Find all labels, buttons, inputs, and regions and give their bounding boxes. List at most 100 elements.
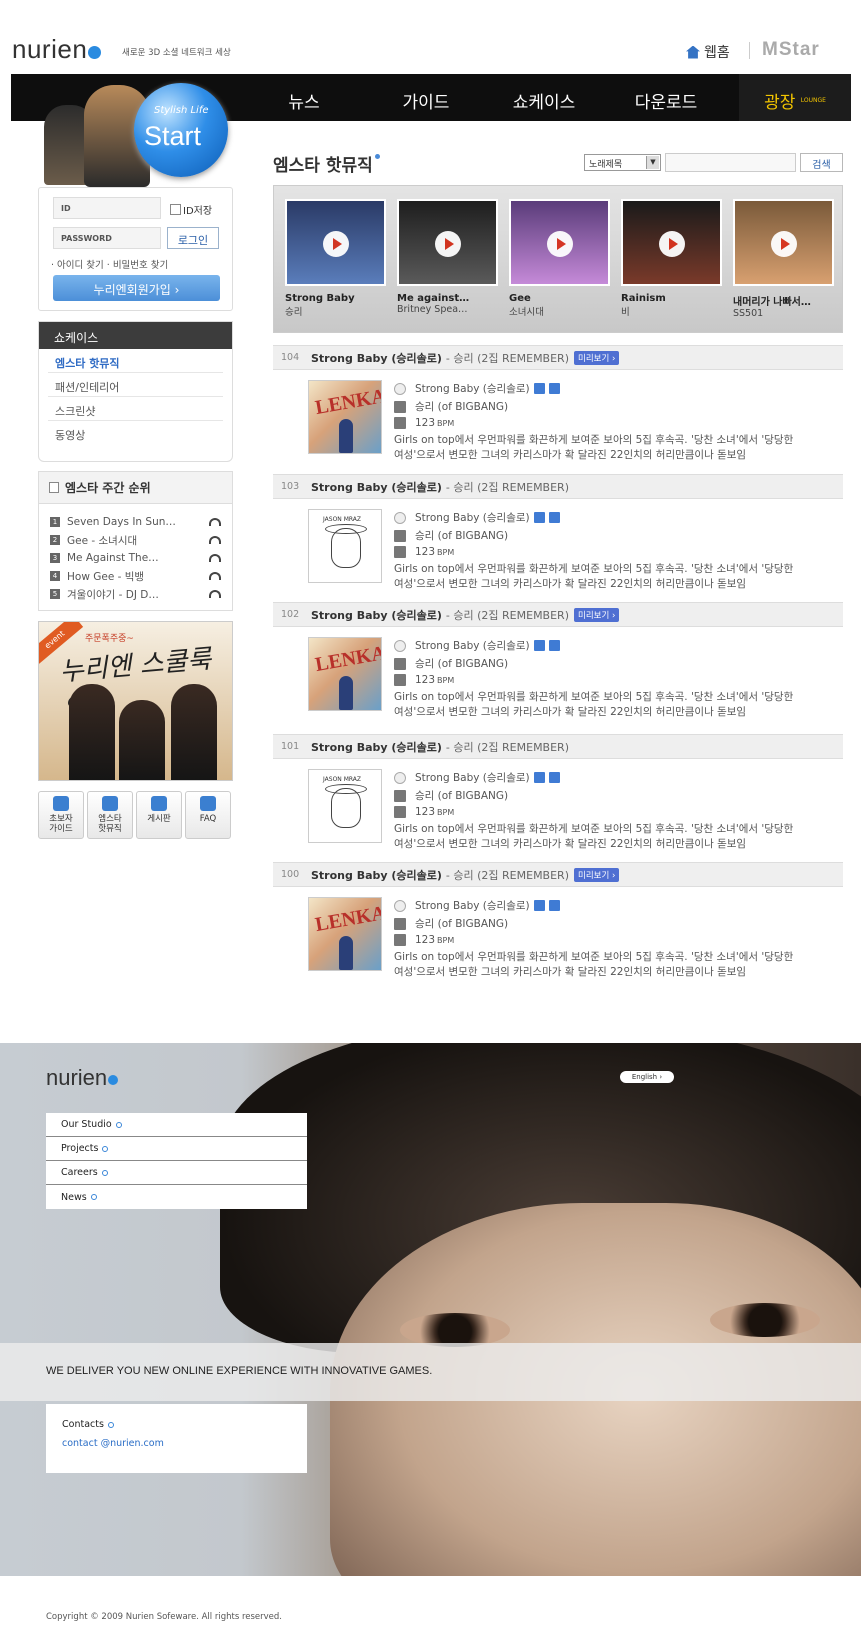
ranking-row[interactable]: 2 Gee - 소녀시대: [39, 531, 232, 549]
video-thumbnail[interactable]: [733, 199, 834, 286]
entry-title[interactable]: Strong Baby (승리솔로): [311, 739, 442, 755]
showcase-item-screenshot[interactable]: 스크린샷: [48, 397, 223, 421]
video-icon[interactable]: [548, 772, 560, 783]
start-banner[interactable]: Stylish Life Start: [38, 77, 233, 187]
entry-header[interactable]: 102 Strong Baby (승리솔로) - 승리 (2집 REMEMBER) 미…: [273, 602, 843, 627]
menu-projects[interactable]: Projects: [46, 1137, 307, 1161]
listen-icon[interactable]: [533, 512, 545, 523]
play-icon[interactable]: [771, 231, 797, 257]
header-divider: [749, 42, 750, 59]
headphone-icon[interactable]: [209, 572, 221, 580]
start-button[interactable]: Stylish Life Start: [134, 83, 228, 177]
showcase-item-hotmusic[interactable]: 엠스타 핫뮤직: [48, 349, 223, 373]
ranking-row[interactable]: 4 How Gee - 빅뱅: [39, 567, 232, 585]
nurien-logo[interactable]: nurien: [12, 34, 102, 65]
play-icon[interactable]: [659, 231, 685, 257]
music-card[interactable]: Me against… Britney Spea…: [397, 199, 498, 315]
search-field-select[interactable]: 노래제목 ▼: [584, 154, 661, 171]
nav-news[interactable]: 뉴스: [269, 88, 339, 113]
entry-title[interactable]: Strong Baby (승리솔로): [311, 350, 442, 366]
search-input[interactable]: [665, 153, 796, 172]
lightbulb-icon: [200, 796, 216, 811]
album-cover[interactable]: JASON MRAZ: [308, 769, 382, 843]
music-card[interactable]: Rainism 비: [621, 199, 722, 318]
preview-button[interactable]: 미리보기 ›: [574, 350, 620, 365]
headphone-icon[interactable]: [209, 518, 221, 526]
ranking-row[interactable]: 1 Seven Days In Sun…: [39, 513, 232, 531]
preview-button[interactable]: 미리보기 ›: [574, 867, 620, 882]
music-card[interactable]: Strong Baby 승리: [285, 199, 386, 318]
entry-title[interactable]: Strong Baby (승리솔로): [311, 867, 442, 883]
menu-our-studio[interactable]: Our Studio: [46, 1113, 307, 1137]
video-thumbnail[interactable]: [285, 199, 386, 286]
find-account-links[interactable]: · 아이디 찾기 · 비밀번호 찾기: [51, 257, 168, 271]
quick-board[interactable]: 게시판: [136, 791, 182, 839]
nav-showcase[interactable]: 쇼케이스: [499, 88, 589, 113]
nav-download[interactable]: 다운로드: [621, 88, 711, 113]
music-card[interactable]: 내머리가 나빠서… SS501: [733, 199, 834, 319]
quick-beginner-guide[interactable]: 초보자 가이드: [38, 791, 84, 839]
corp-logo[interactable]: nurien: [46, 1065, 119, 1091]
mstar-logo[interactable]: MStar: [762, 39, 820, 61]
entry-title[interactable]: Strong Baby (승리솔로): [311, 479, 442, 495]
play-icon[interactable]: [547, 231, 573, 257]
video-icon[interactable]: [548, 900, 560, 911]
album-cover[interactable]: LENKA: [308, 637, 382, 711]
contact-email-link[interactable]: contact @nurien.com: [62, 1438, 291, 1449]
nav-guide[interactable]: 가이드: [386, 88, 466, 113]
password-input[interactable]: PASSWORD: [53, 227, 161, 249]
id-input[interactable]: ID: [53, 197, 161, 219]
listen-icon[interactable]: [533, 772, 545, 783]
video-icon[interactable]: [548, 512, 560, 523]
save-id-checkbox[interactable]: ID저장: [170, 202, 212, 217]
web-home-link[interactable]: 웹홈: [686, 42, 730, 62]
album-cover[interactable]: JASON MRAZ: [308, 509, 382, 583]
search-button[interactable]: 검색: [800, 153, 843, 172]
ranking-row[interactable]: 5 겨울이야기 - DJ D…: [39, 585, 232, 603]
headphone-icon[interactable]: [209, 536, 221, 544]
showcase-item-fashion[interactable]: 패션/인테리어: [48, 373, 223, 397]
artist-row: 승리 (of BIGBANG): [394, 788, 508, 803]
video-thumbnail[interactable]: [509, 199, 610, 286]
entry-header[interactable]: 101 Strong Baby (승리솔로) - 승리 (2집 REMEMBER): [273, 734, 843, 759]
play-icon[interactable]: [323, 231, 349, 257]
album-cover[interactable]: LENKA: [308, 897, 382, 971]
video-icon[interactable]: [548, 383, 560, 394]
video-thumbnail[interactable]: [397, 199, 498, 286]
login-button[interactable]: 로그인: [167, 227, 219, 249]
page-title: 엠스타 핫뮤직: [273, 151, 380, 176]
bpm-row: 123 BPM: [394, 546, 454, 558]
entry-header[interactable]: 104 Strong Baby (승리솔로) - 승리 (2집 REMEMBER) 미…: [273, 345, 843, 370]
album-cover[interactable]: LENKA: [308, 380, 382, 454]
video-icon[interactable]: [548, 640, 560, 651]
quick-faq[interactable]: FAQ: [185, 791, 231, 839]
play-icon[interactable]: [435, 231, 461, 257]
nav-lounge[interactable]: 광장 LOUNGE: [739, 74, 851, 121]
listen-icon[interactable]: [533, 383, 545, 394]
entry-header[interactable]: 103 Strong Baby (승리솔로) - 승리 (2집 REMEMBER): [273, 474, 843, 499]
profile-icon: [394, 657, 406, 670]
listen-icon[interactable]: [533, 640, 545, 651]
headphone-icon[interactable]: [209, 554, 221, 562]
menu-careers[interactable]: Careers: [46, 1161, 307, 1185]
listen-icon[interactable]: [533, 900, 545, 911]
entry-title[interactable]: Strong Baby (승리솔로): [311, 607, 442, 623]
entry-number: 103: [281, 481, 300, 492]
join-button[interactable]: 누리엔회원가입 ›: [53, 275, 220, 301]
tagline: 새로운 3D 소셜 네트워크 세상: [122, 48, 231, 58]
menu-news[interactable]: News: [46, 1185, 307, 1209]
preview-button[interactable]: 미리보기 ›: [574, 607, 620, 622]
song-row: Strong Baby (승리솔로): [394, 381, 560, 396]
entry-header[interactable]: 100 Strong Baby (승리솔로) - 승리 (2집 REMEMBER) 미…: [273, 862, 843, 887]
copyright: Copyright © 2009 Nurien Sofeware. All ri…: [46, 1612, 282, 1622]
quick-hotmusic[interactable]: 엠스타 핫뮤직: [87, 791, 133, 839]
showcase-item-video[interactable]: 동영상: [48, 421, 223, 445]
ranking-row[interactable]: 3 Me Against The…: [39, 549, 232, 567]
artist-row: 승리 (of BIGBANG): [394, 916, 508, 931]
language-button[interactable]: English ›: [620, 1071, 674, 1083]
music-card[interactable]: Gee 소녀시대: [509, 199, 610, 318]
headphone-icon[interactable]: [209, 590, 221, 598]
cd-icon: [394, 899, 406, 912]
video-thumbnail[interactable]: [621, 199, 722, 286]
event-banner[interactable]: event 주문폭주중~ 누리엔 스쿨룩 입고: [38, 621, 233, 781]
